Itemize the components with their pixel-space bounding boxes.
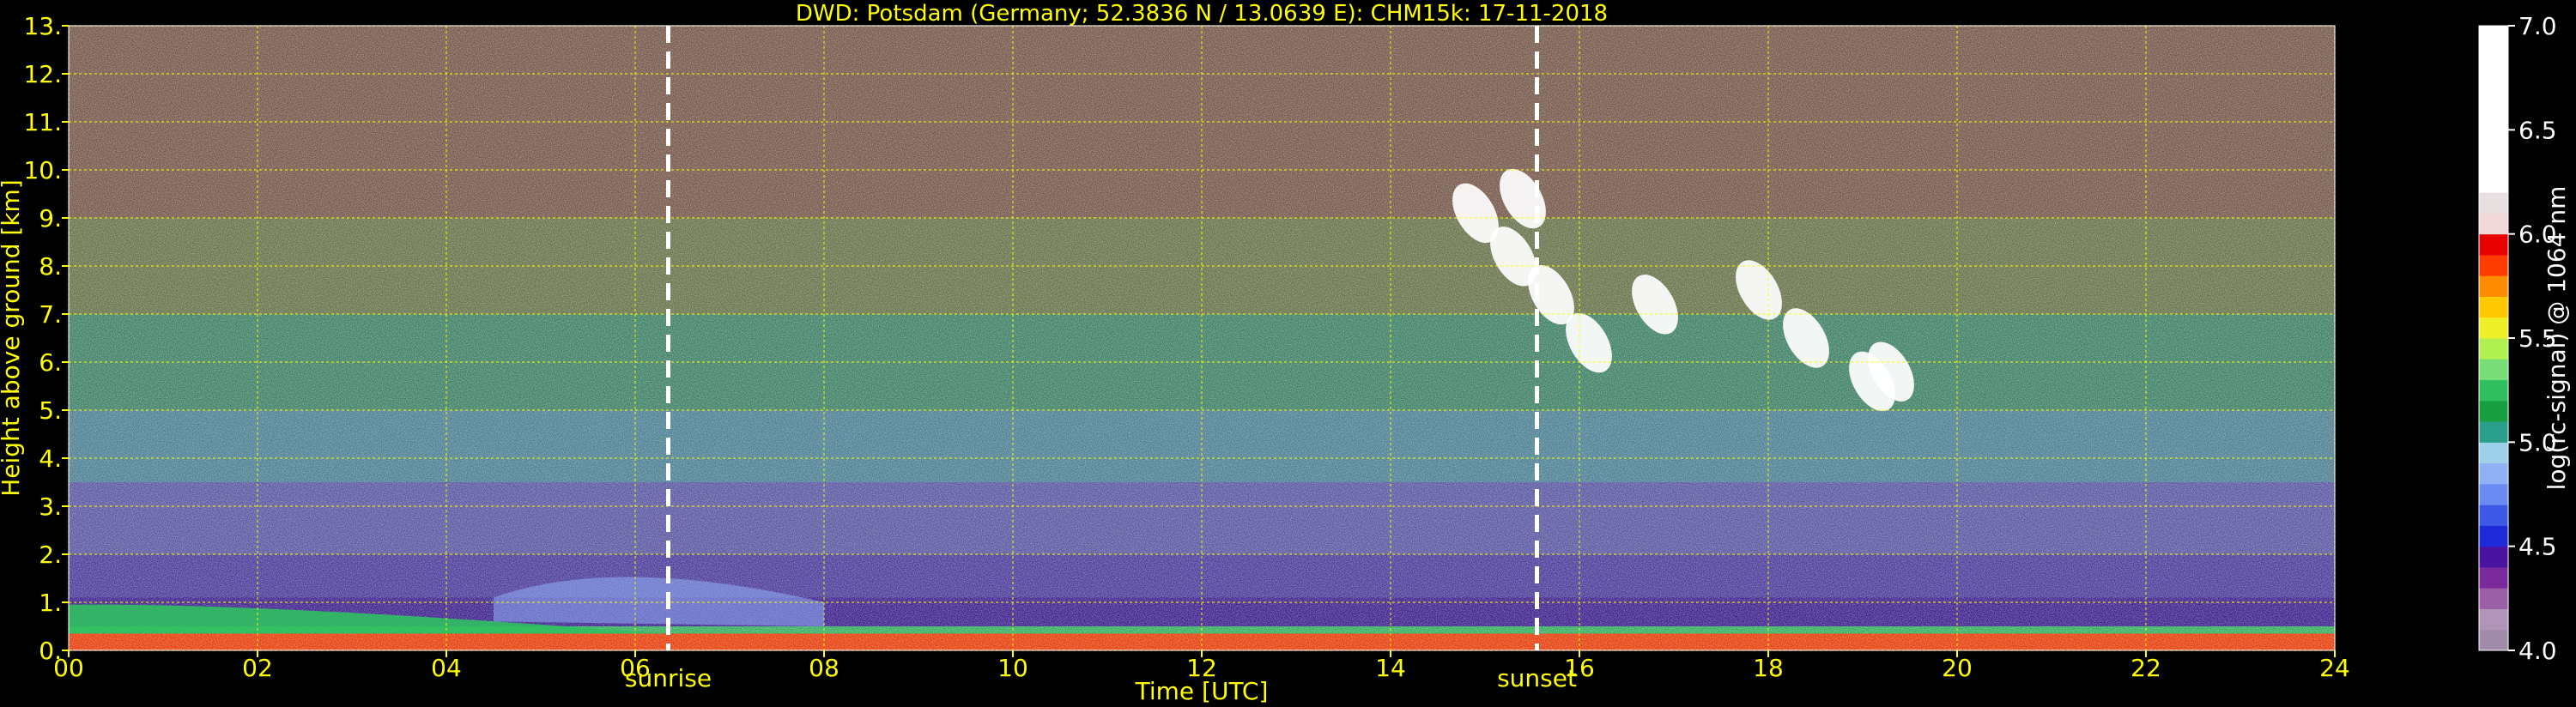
x-axis-label: Time [UTC]: [1135, 677, 1269, 705]
x-tick-label: 02: [242, 654, 273, 682]
y-axis: 0. 1. 2. 3. 4. 5. 6. 7. 8. 9. 10. 11. 12. 13.: [23, 12, 69, 665]
colorbar-band: [2479, 192, 2508, 214]
colorbar-band: [2479, 338, 2508, 360]
colorbar-band: [2479, 608, 2508, 631]
y-tick-label: 1.: [39, 589, 62, 617]
y-axis-label: Height above ground [km]: [0, 179, 25, 497]
y-tick-label: 11.: [23, 108, 62, 136]
colorbar-tick-label: 4.5: [2518, 533, 2557, 561]
colorbar-band: [2479, 379, 2508, 402]
y-tick-label: 12.: [23, 60, 62, 88]
colorbar-band: [2479, 317, 2508, 339]
y-tick-label: 8.: [39, 252, 62, 281]
y-tick-label: 5.: [39, 396, 62, 425]
x-tick-label: 22: [2131, 654, 2161, 682]
y-tick-label: 3.: [39, 492, 62, 521]
chart-title: DWD: Potsdam (Germany; 52.3836 N / 13.06…: [796, 1, 1608, 27]
plot-area: sunrise sunset: [68, 25, 2336, 692]
colorbar-band: [2479, 525, 2508, 547]
colorbar-tick-label: 6.5: [2518, 116, 2557, 144]
colorbar-tick-label: 4.0: [2518, 637, 2557, 665]
y-tick-label: 13.: [23, 12, 62, 40]
colorbar-band: [2479, 254, 2508, 276]
x-tick-label: 18: [1753, 654, 1784, 682]
x-tick-label: 24: [2319, 654, 2350, 682]
colorbar-band: [2479, 483, 2508, 505]
colorbar-band: [2479, 296, 2508, 318]
y-tick-label: 0.: [39, 637, 62, 665]
x-tick-label: 10: [997, 654, 1028, 682]
y-tick-label: 7.: [39, 300, 62, 329]
x-tick-label: 06: [620, 654, 651, 682]
x-tick-label: 14: [1375, 654, 1406, 682]
y-tick-label: 10.: [23, 156, 62, 184]
y-tick-label: 9.: [39, 204, 62, 233]
y-tick-label: 6.: [39, 348, 62, 377]
colorbar-band: [2479, 462, 2508, 485]
colorbar-label: log(rc-signal) @ 1064 nm: [2543, 186, 2571, 491]
colorbar-band: [2479, 400, 2508, 422]
colorbar-band: [2479, 233, 2508, 256]
colorbar-band: [2479, 442, 2508, 464]
x-tick-label: 20: [1942, 654, 1973, 682]
colorbar-band: [2479, 566, 2508, 589]
y-tick-label: 4.: [39, 444, 62, 473]
x-tick-label: 16: [1564, 654, 1595, 682]
colorbar-band: [2479, 505, 2508, 526]
ceilometer-chart: DWD: Potsdam (Germany; 52.3836 N / 13.06…: [0, 1, 2571, 705]
x-tick-label: 08: [809, 654, 839, 682]
colorbar-band: [2479, 546, 2508, 568]
colorbar-tick-label: 7.0: [2518, 12, 2557, 40]
colorbar-band: [2479, 275, 2508, 297]
colorbar-band: [2479, 213, 2508, 235]
y-tick-label: 2.: [39, 541, 62, 569]
colorbar-band: [2479, 26, 2508, 193]
colorbar-band: [2479, 421, 2508, 443]
x-tick-label: 04: [431, 654, 462, 682]
colorbar-band: [2479, 359, 2508, 381]
colorbar-band: [2479, 629, 2508, 651]
colorbar-band: [2479, 588, 2508, 609]
